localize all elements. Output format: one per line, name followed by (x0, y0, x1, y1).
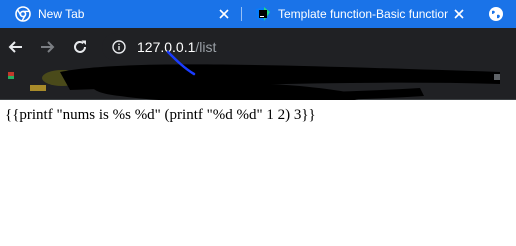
tab-divider (241, 7, 242, 21)
tab-template-function[interactable]: Template function-Basic functions (243, 0, 476, 28)
tab-strip: New Tab Template function-Basic function… (0, 0, 516, 28)
page-text: {{printf "nums is %s %d" (printf "%d %d"… (5, 107, 316, 123)
close-icon[interactable] (452, 7, 466, 21)
tab-title: Template function-Basic functions (278, 7, 448, 21)
tab-title: New Tab (38, 7, 85, 21)
tab-new-tab[interactable]: New Tab (0, 0, 241, 28)
browser-window: New Tab Template function-Basic function… (0, 0, 516, 246)
close-icon[interactable] (217, 7, 231, 21)
annotation-stroke (166, 50, 196, 76)
goland-icon (256, 7, 270, 21)
extension-area[interactable] (478, 0, 516, 28)
globe-icon[interactable] (488, 6, 504, 22)
chrome-icon (15, 6, 31, 22)
page-content: {{printf "nums is %s %d" (printf "%d %d"… (0, 100, 516, 246)
